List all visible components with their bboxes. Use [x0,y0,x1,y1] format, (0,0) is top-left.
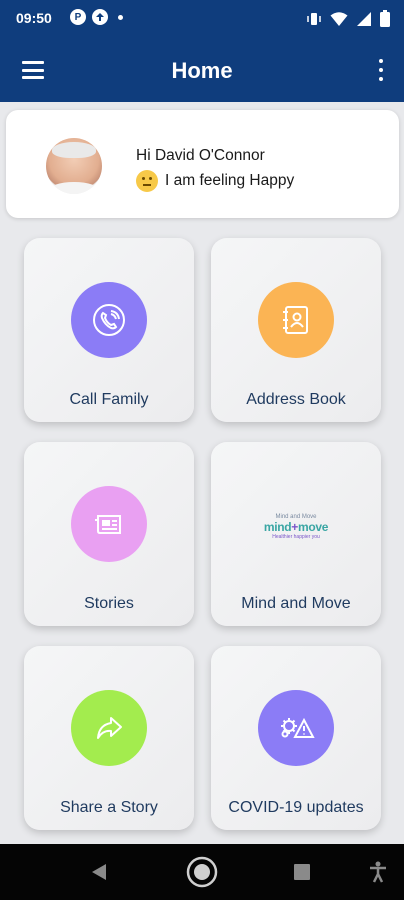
home-icon[interactable] [185,855,219,889]
overflow-menu-icon[interactable] [378,59,384,81]
stories-tile[interactable]: Stories [24,442,194,626]
vibrate-icon [307,12,321,25]
signal-icon [357,11,371,26]
address-book-label: Address Book [246,391,346,408]
status-system-icons [306,10,390,27]
mind-and-move-tile[interactable]: Mind and Move mind+move Healthier happie… [211,442,381,626]
share-a-story-tile[interactable]: Share a Story [24,646,194,830]
mood-status: I am feeling Happy [136,170,294,192]
recents-icon[interactable] [294,864,310,880]
battery-icon [380,10,390,27]
avatar [46,138,102,194]
newspaper-icon [71,486,147,562]
mood-text: I am feeling Happy [165,172,295,189]
covid-updates-label: COVID-19 updates [228,799,364,816]
profile-card[interactable]: Hi David O'Connor I am feeling Happy [6,110,399,218]
app-bar: Home [0,40,404,102]
accessibility-icon[interactable] [368,861,388,883]
status-bar: 09:50 P [0,0,404,40]
virus-warning-icon [258,690,334,766]
dot-icon [118,14,123,20]
status-time: 09:50 [16,10,52,26]
page-title: Home [171,58,233,83]
share-arrow-icon [71,690,147,766]
status-notifications: P [70,9,123,25]
mind-move-logo: Mind and Move mind+move Healthier happie… [263,514,329,540]
call-family-tile[interactable]: Call Family [24,238,194,422]
system-nav-bar [0,844,404,900]
neutral-face-emoji-icon [136,170,158,192]
covid-updates-tile[interactable]: COVID-19 updates [211,646,381,830]
greeting-text: Hi David O'Connor [136,147,265,164]
back-icon[interactable] [90,863,108,881]
notification-p-icon: P [70,9,86,25]
notification-upload-icon [92,9,108,25]
share-a-story-label: Share a Story [60,799,158,816]
stories-label: Stories [84,595,134,612]
wifi-icon [330,11,348,26]
address-book-tile[interactable]: Address Book [211,238,381,422]
call-family-label: Call Family [69,391,149,408]
phone-call-icon [71,282,147,358]
mind-and-move-label: Mind and Move [241,595,351,612]
address-book-icon [258,282,334,358]
